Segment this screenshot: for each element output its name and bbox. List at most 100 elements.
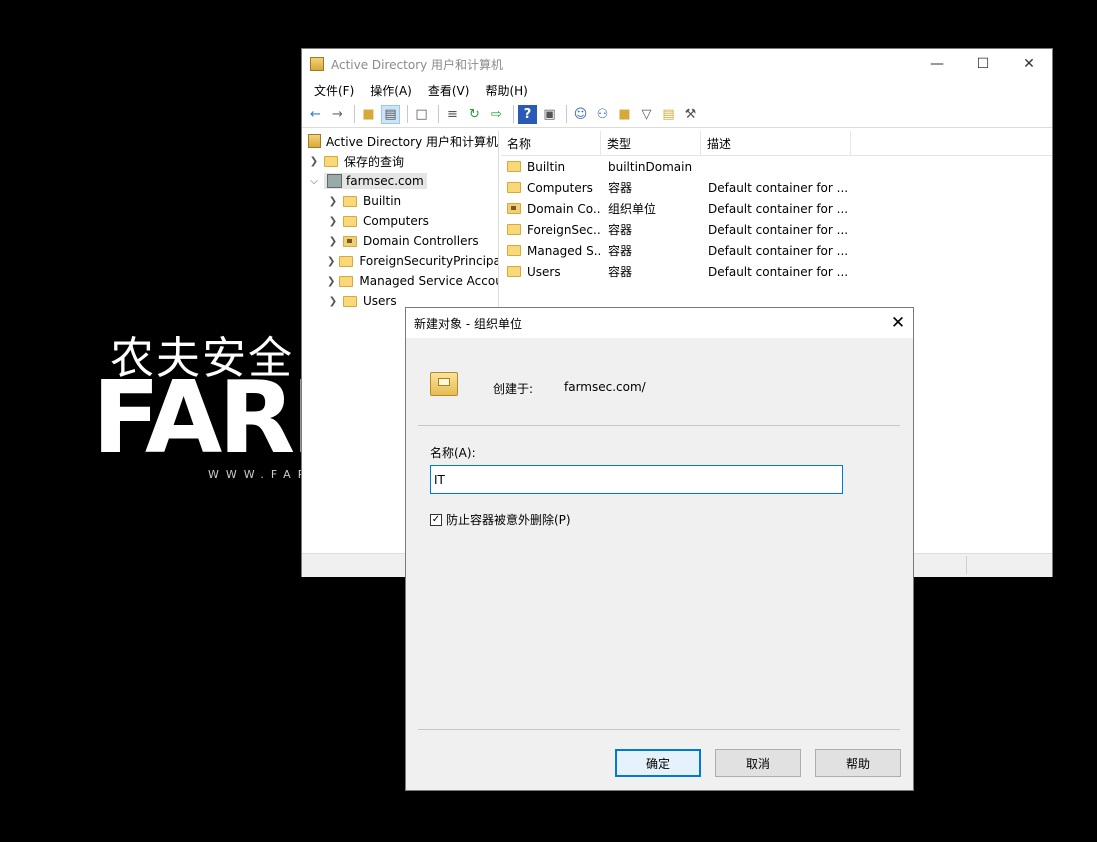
protect-checkbox-label[interactable]: 防止容器被意外删除(P) bbox=[446, 511, 571, 528]
copy-icon[interactable]: □ bbox=[412, 105, 431, 124]
up-folder-icon[interactable]: ■ bbox=[359, 105, 378, 124]
protect-checkbox[interactable]: ✓ bbox=[430, 513, 442, 526]
list-item[interactable]: Users 容器 Default container for ... bbox=[501, 261, 1052, 282]
chevron-right-icon[interactable]: ❯ bbox=[327, 296, 339, 307]
menu-bar: 文件(F) 操作(A) 查看(V) 帮助(H) bbox=[302, 79, 1052, 101]
aduc-root-icon bbox=[308, 134, 321, 148]
folder-icon bbox=[343, 195, 357, 207]
toolbar-separator bbox=[407, 105, 408, 123]
list-item[interactable]: Domain Co... 组织单位 Default container for ..… bbox=[501, 198, 1052, 219]
ou-icon[interactable]: ■ bbox=[615, 105, 634, 124]
status-divider bbox=[966, 556, 967, 574]
divider bbox=[418, 729, 900, 730]
tree-item-label: Builtin bbox=[363, 194, 402, 208]
user-icon[interactable]: ☺ bbox=[571, 105, 590, 124]
chevron-right-icon[interactable]: ❯ bbox=[327, 216, 339, 227]
tree-item-domain[interactable]: ⌵ farmsec.com bbox=[302, 171, 498, 191]
tree-item-label: farmsec.com bbox=[346, 174, 424, 188]
list-item-type: 组织单位 bbox=[608, 202, 657, 216]
list-item[interactable]: Computers 容器 Default container for ... bbox=[501, 177, 1052, 198]
tree-item-label: Computers bbox=[363, 214, 429, 228]
tree-item-label: Managed Service Accounts bbox=[359, 274, 498, 288]
console-tree-icon[interactable]: ▤ bbox=[381, 104, 400, 124]
list-item[interactable]: Builtin builtinDomain bbox=[501, 156, 1052, 177]
properties-icon[interactable]: ≡ bbox=[443, 105, 462, 124]
chevron-right-icon[interactable]: ❯ bbox=[327, 196, 339, 207]
tree-item-saved-queries[interactable]: ❯ 保存的查询 bbox=[302, 151, 498, 171]
list-item[interactable]: ForeignSec... 容器 Default container for ... bbox=[501, 219, 1052, 240]
list-item-name: ForeignSec... bbox=[527, 222, 601, 237]
forward-arrow-icon[interactable]: → bbox=[328, 105, 347, 124]
list-item-description: Default container for ... bbox=[708, 222, 849, 237]
back-arrow-icon[interactable]: ← bbox=[306, 105, 325, 124]
menu-file[interactable]: 文件(F) bbox=[306, 82, 362, 99]
list-rows: Builtin builtinDomain Computers 容器 Default c… bbox=[501, 156, 1052, 282]
toolbar-separator bbox=[566, 105, 567, 123]
maximize-button[interactable]: ☐ bbox=[960, 49, 1006, 79]
chevron-right-icon[interactable]: ❯ bbox=[327, 276, 335, 287]
filter-icon[interactable]: ▽ bbox=[637, 105, 656, 124]
chevron-right-icon[interactable]: ❯ bbox=[327, 256, 335, 267]
tree-item-builtin[interactable]: ❯ Builtin bbox=[302, 191, 498, 211]
list-item-name-cell: Builtin bbox=[501, 160, 601, 174]
help-button[interactable]: 帮助 bbox=[815, 749, 901, 777]
cancel-button[interactable]: 取消 bbox=[715, 749, 801, 777]
column-header-name[interactable]: 名称 bbox=[501, 131, 601, 155]
close-button[interactable]: ✕ bbox=[1006, 49, 1052, 79]
dialog-titlebar[interactable]: 新建对象 - 组织单位 ✕ bbox=[406, 308, 913, 338]
menu-help[interactable]: 帮助(H) bbox=[477, 82, 535, 99]
list-item[interactable]: Managed S... 容器 Default container for ... bbox=[501, 240, 1052, 261]
tree-item-foreign-security-principals[interactable]: ❯ ForeignSecurityPrincipals bbox=[302, 251, 498, 271]
chevron-right-icon[interactable]: ❯ bbox=[308, 156, 320, 167]
dialog-close-button[interactable]: ✕ bbox=[883, 313, 913, 333]
list-item-name-cell: ForeignSec... bbox=[501, 223, 601, 237]
folder-icon bbox=[507, 266, 521, 277]
help-icon[interactable]: ? bbox=[518, 104, 537, 124]
minimize-button[interactable]: — bbox=[914, 49, 960, 79]
tree-item-computers[interactable]: ❯ Computers bbox=[302, 211, 498, 231]
menu-action[interactable]: 操作(A) bbox=[362, 82, 420, 99]
refresh-icon[interactable]: ↻ bbox=[465, 105, 484, 124]
tree-item-label: Domain Controllers bbox=[363, 234, 479, 248]
protect-from-deletion-row[interactable]: ✓ 防止容器被意外删除(P) bbox=[430, 511, 571, 528]
group-icon[interactable]: ⚇ bbox=[593, 105, 612, 124]
folder-icon bbox=[339, 275, 354, 287]
ok-button[interactable]: 确定 bbox=[615, 749, 701, 777]
folder-icon bbox=[507, 161, 521, 172]
window-title: Active Directory 用户和计算机 bbox=[331, 57, 504, 72]
list-item-description: Default container for ... bbox=[708, 264, 849, 279]
name-input[interactable] bbox=[430, 465, 843, 494]
name-label: 名称(A): bbox=[430, 446, 476, 460]
chevron-right-icon[interactable]: ❯ bbox=[327, 236, 339, 247]
watermark-url: WWW.FAR bbox=[208, 468, 313, 481]
domain-icon bbox=[327, 174, 342, 188]
list-item-type: 容器 bbox=[608, 181, 633, 195]
window-titlebar[interactable]: Active Directory 用户和计算机 — ☐ ✕ bbox=[302, 49, 1052, 79]
tree-item-label: Users bbox=[363, 294, 397, 308]
tree-domain-selected: farmsec.com bbox=[324, 173, 427, 189]
ou-folder-icon bbox=[507, 203, 521, 214]
folder-icon bbox=[343, 295, 357, 307]
chevron-down-icon[interactable]: ⌵ bbox=[308, 176, 320, 187]
delegate-icon[interactable]: ⚒ bbox=[681, 105, 700, 124]
column-header-description[interactable]: 描述 bbox=[701, 131, 851, 155]
folder-icon bbox=[507, 245, 521, 256]
menu-view[interactable]: 查看(V) bbox=[420, 82, 478, 99]
toolbar-separator bbox=[354, 105, 355, 123]
list-item-name: Managed S... bbox=[527, 243, 601, 258]
column-header-type[interactable]: 类型 bbox=[601, 131, 701, 155]
list-item-type: builtinDomain bbox=[608, 159, 693, 174]
find-icon[interactable]: ▤ bbox=[659, 105, 678, 124]
list-item-name: Domain Co... bbox=[527, 201, 601, 216]
export-icon[interactable]: ⇨ bbox=[487, 105, 506, 124]
folder-icon bbox=[324, 155, 338, 167]
tree-root-label: Active Directory 用户和计算机 bbox=[325, 134, 498, 149]
tree-item-domain-controllers[interactable]: ❯ Domain Controllers bbox=[302, 231, 498, 251]
mmc-icon[interactable]: ▣ bbox=[540, 105, 559, 124]
list-header: 名称 类型 描述 bbox=[501, 131, 1052, 156]
folder-icon bbox=[507, 182, 521, 193]
folder-icon bbox=[507, 224, 521, 235]
tree-item-managed-service-accounts[interactable]: ❯ Managed Service Accounts bbox=[302, 271, 498, 291]
list-item-type: 容器 bbox=[608, 265, 633, 279]
tree-root[interactable]: Active Directory 用户和计算机 bbox=[302, 131, 498, 151]
